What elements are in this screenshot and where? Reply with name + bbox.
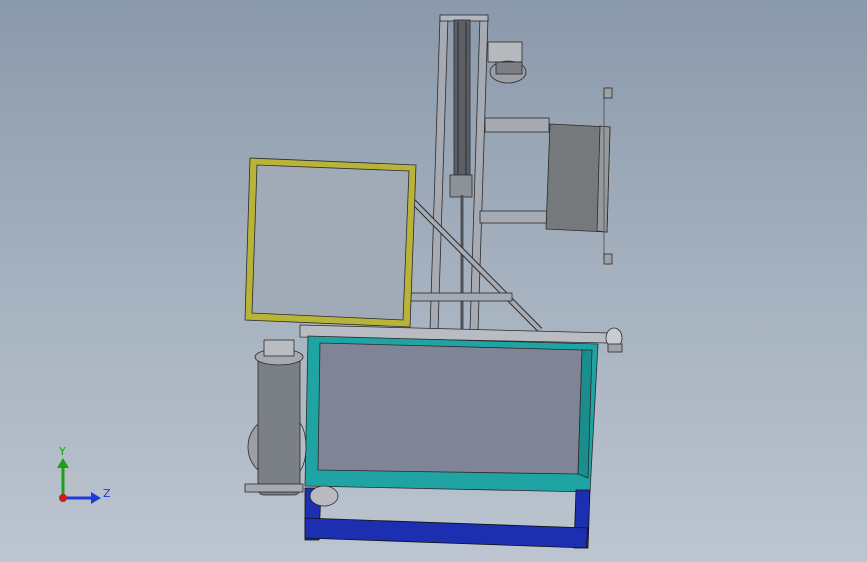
top-motor	[487, 41, 527, 84]
z-axis-head	[91, 492, 101, 504]
control-cabinet	[479, 87, 613, 265]
y-axis-head	[57, 458, 69, 468]
yellow-frame	[244, 157, 417, 328]
x-axis-dot	[59, 494, 67, 502]
lead-screw	[449, 19, 473, 330]
main-body	[304, 335, 599, 493]
blue-lower-frame	[304, 487, 591, 549]
vertical-mast	[429, 14, 527, 331]
y-axis-label: Y	[58, 445, 66, 458]
cad-viewport[interactable]: Y Z	[0, 0, 867, 562]
axis-triad: Y Z	[57, 445, 111, 504]
triad-quadrant	[63, 469, 90, 498]
z-axis-label: Z	[103, 487, 111, 500]
